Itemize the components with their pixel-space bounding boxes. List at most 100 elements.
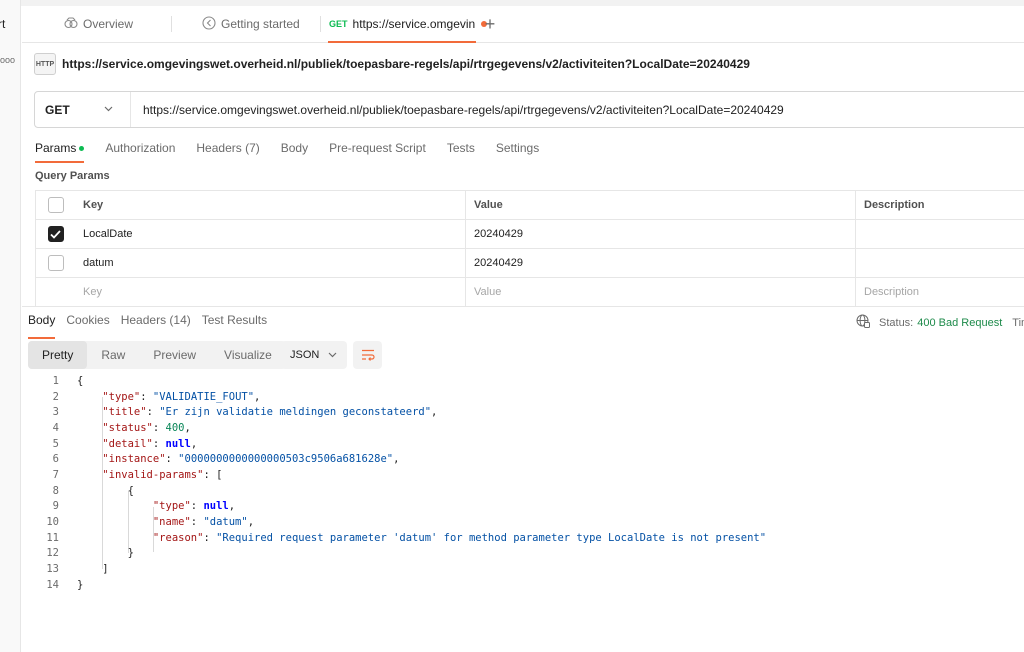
tab-response-body[interactable]: Body xyxy=(28,313,56,339)
tab-getting-started-label: Getting started xyxy=(221,17,300,31)
line-number: 13 xyxy=(46,563,59,576)
new-description-input[interactable]: Description xyxy=(856,278,1024,306)
tab-getting-started[interactable]: Getting started xyxy=(202,6,300,42)
tab-bar: Overview Getting started GET https://ser… xyxy=(22,6,1024,43)
request-title[interactable]: https://service.omgevingswet.overheid.nl… xyxy=(62,57,750,71)
active-tab-indicator xyxy=(328,41,476,43)
tab-method-badge: GET xyxy=(329,19,348,29)
view-raw-button[interactable]: Raw xyxy=(87,341,139,369)
code-line: 14} xyxy=(22,577,1024,593)
wrap-lines-icon xyxy=(361,349,375,361)
new-value-input[interactable]: Value xyxy=(466,278,856,306)
response-body-code[interactable]: 1{ 2 "type": "VALIDATIE_FOUT", 3 "title"… xyxy=(22,373,1024,593)
tab-divider xyxy=(171,16,172,32)
method-select[interactable]: GET xyxy=(35,92,131,127)
param-checkbox[interactable] xyxy=(47,255,64,271)
code-line: 3 "title": "Er zijn validatie meldingen … xyxy=(22,404,1024,420)
param-description-cell[interactable] xyxy=(856,220,1024,248)
param-checkbox-checked[interactable] xyxy=(47,226,64,242)
status-value[interactable]: 400 Bad Request xyxy=(917,317,1002,329)
select-all-checkbox[interactable] xyxy=(47,197,64,213)
checkmark-icon xyxy=(50,229,61,239)
time-label[interactable]: Time xyxy=(1012,317,1024,329)
tab-response-headers[interactable]: Headers (14) xyxy=(121,313,191,333)
code-line: 9 "type": null, xyxy=(22,499,1024,515)
tab-response-cookies[interactable]: Cookies xyxy=(66,313,109,333)
chevron-down-icon xyxy=(328,350,337,361)
new-key-input[interactable]: Key xyxy=(75,278,466,306)
tab-test-results[interactable]: Test Results xyxy=(202,313,267,333)
tab-body[interactable]: Body xyxy=(281,137,308,159)
line-number: 5 xyxy=(52,437,59,450)
column-header-description: Description xyxy=(864,199,925,211)
line-number: 14 xyxy=(46,578,59,591)
line-number: 1 xyxy=(52,374,59,387)
status-label: Status: xyxy=(879,316,914,329)
view-mode-group: Pretty Raw Preview Visualize xyxy=(28,341,286,369)
line-number: 12 xyxy=(46,547,59,560)
tab-params-label: Params xyxy=(35,141,77,155)
column-header-value: Value xyxy=(466,191,856,219)
request-title-bar: HTTP https://service.omgevingswet.overhe… xyxy=(34,52,750,76)
response-tabs: Body Cookies Headers (14) Test Results xyxy=(28,313,278,339)
code-line: 11 "reason": "Required request parameter… xyxy=(22,530,1024,546)
left-sidebar-strip: rt ooo xyxy=(0,0,21,652)
tab-active-request[interactable]: GET https://service.omgevin xyxy=(329,6,488,42)
query-params-table: Key Value Description LocalDate 20240429… xyxy=(35,190,1024,307)
tab-tests[interactable]: Tests xyxy=(447,137,475,159)
new-tab-button[interactable]: + xyxy=(480,14,500,34)
code-line: 4 "status": 400, xyxy=(22,420,1024,436)
response-status: Status: 400 Bad Request Time xyxy=(856,314,1024,331)
tab-overview-label: Overview xyxy=(83,17,134,31)
table-row: datum 20240429 xyxy=(35,249,1024,278)
param-value-cell[interactable]: 20240429 xyxy=(466,220,856,248)
code-line: 2 "type": "VALIDATIE_FOUT", xyxy=(22,389,1024,405)
table-row-placeholder: Key Value Description xyxy=(35,278,1024,307)
sidebar-more-icon[interactable]: ooo xyxy=(0,55,15,65)
view-visualize-button[interactable]: Visualize xyxy=(210,341,286,369)
response-divider[interactable] xyxy=(22,306,1024,307)
tab-authorization[interactable]: Authorization xyxy=(105,137,175,159)
tab-divider xyxy=(320,16,321,32)
view-preview-button[interactable]: Preview xyxy=(139,341,210,369)
param-description-cell[interactable] xyxy=(856,249,1024,277)
wrap-lines-button[interactable] xyxy=(353,341,382,369)
sidebar-clipped-label[interactable]: rt xyxy=(0,17,5,31)
code-line: 10 "name": "datum", xyxy=(22,514,1024,530)
format-label: JSON xyxy=(290,349,320,361)
code-line: 13 ] xyxy=(22,561,1024,577)
tab-params[interactable]: Params xyxy=(35,137,85,163)
network-globe-icon[interactable] xyxy=(856,314,870,331)
param-key-cell[interactable]: datum xyxy=(75,249,466,277)
line-number: 10 xyxy=(46,516,59,529)
line-number: 9 xyxy=(52,500,59,513)
tab-pre-request-script[interactable]: Pre-request Script xyxy=(329,137,426,159)
tab-headers[interactable]: Headers (7) xyxy=(196,137,259,159)
line-number: 7 xyxy=(52,468,59,481)
getting-started-icon xyxy=(202,15,216,33)
line-number: 2 xyxy=(52,390,59,403)
query-params-label: Query Params xyxy=(35,170,110,182)
tab-active-label: https://service.omgevin xyxy=(352,17,476,31)
code-line: 7 "invalid-params": [ xyxy=(22,467,1024,483)
method-label: GET xyxy=(45,102,70,117)
overview-icon xyxy=(64,16,78,32)
url-input[interactable]: https://service.omgevingswet.overheid.nl… xyxy=(131,103,784,117)
code-line: 8 { xyxy=(22,483,1024,499)
line-number: 4 xyxy=(52,421,59,434)
code-line: 1{ xyxy=(22,373,1024,389)
chevron-down-icon xyxy=(104,104,113,115)
request-tabs: Params Authorization Headers (7) Body Pr… xyxy=(35,137,560,163)
tab-overview[interactable]: Overview xyxy=(64,6,133,42)
view-pretty-button[interactable]: Pretty xyxy=(28,341,88,369)
line-number: 3 xyxy=(52,406,59,419)
code-line: 12 } xyxy=(22,546,1024,562)
param-value-cell[interactable]: 20240429 xyxy=(466,249,856,277)
line-number: 8 xyxy=(52,484,59,497)
param-key-cell[interactable]: LocalDate xyxy=(75,220,466,248)
table-row: LocalDate 20240429 xyxy=(35,220,1024,249)
table-header-row: Key Value Description xyxy=(35,191,1024,220)
tab-settings[interactable]: Settings xyxy=(496,137,539,159)
code-line: 6 "instance": "0000000000000000503c9506a… xyxy=(22,451,1024,467)
format-select[interactable]: JSON xyxy=(281,341,347,369)
